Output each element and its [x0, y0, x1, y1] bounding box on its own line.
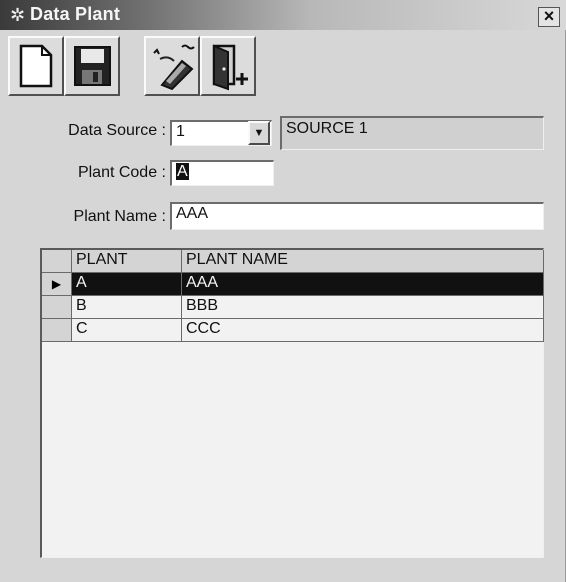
- header-corner: [42, 250, 72, 273]
- new-button[interactable]: [8, 36, 64, 96]
- cell-plant[interactable]: C: [72, 319, 182, 342]
- plant-code-value: A: [176, 163, 189, 180]
- exit-button[interactable]: [200, 36, 256, 96]
- table-row[interactable]: C CCC: [42, 319, 544, 342]
- plant-name-input[interactable]: AAA: [170, 202, 544, 230]
- save-button[interactable]: [64, 36, 120, 96]
- table-row[interactable]: ▶ A AAA: [42, 273, 544, 296]
- table-row[interactable]: B BBB: [42, 296, 544, 319]
- grid-header-row: PLANT PLANT NAME: [42, 250, 544, 273]
- row-selector-arrow-icon: ▶: [42, 273, 72, 296]
- data-source-value: 1: [176, 123, 185, 140]
- data-source-label: Data Source :: [68, 122, 166, 139]
- cell-plant-name[interactable]: BBB: [182, 296, 544, 319]
- plant-data-grid[interactable]: PLANT PLANT NAME ▶ A AAA B BBB C CCC: [40, 248, 544, 558]
- new-document-icon: [19, 44, 53, 88]
- window-title: Data Plant: [30, 4, 121, 24]
- plant-code-label: Plant Code :: [77, 164, 166, 181]
- plant-name-label: Plant Name :: [73, 208, 166, 225]
- exit-door-icon: [212, 44, 248, 91]
- row-selector[interactable]: [42, 319, 72, 342]
- toolbar: [8, 36, 288, 96]
- close-button[interactable]: ×: [538, 7, 560, 27]
- column-header-plant[interactable]: PLANT: [72, 250, 182, 273]
- cell-plant[interactable]: B: [72, 296, 182, 319]
- eraser-icon: [153, 44, 195, 91]
- floppy-disk-icon: [74, 46, 111, 86]
- title-bar[interactable]: ✲ Data Plant ×: [0, 0, 566, 30]
- cell-plant[interactable]: A: [72, 273, 182, 296]
- cell-plant-name[interactable]: AAA: [182, 273, 544, 296]
- source-name-display: SOURCE 1: [280, 116, 544, 150]
- data-plant-window: ✲ Data Plant × Data Source: 1 ▼ SOURCE …: [0, 0, 566, 582]
- gear-icon: ✲: [10, 5, 26, 25]
- row-selector[interactable]: [42, 296, 72, 319]
- clear-button[interactable]: [144, 36, 200, 96]
- column-header-plant-name[interactable]: PLANT NAME: [182, 250, 544, 273]
- dropdown-arrow-icon[interactable]: ▼: [248, 121, 270, 145]
- plant-code-input[interactable]: A: [170, 160, 274, 186]
- cell-plant-name[interactable]: CCC: [182, 319, 544, 342]
